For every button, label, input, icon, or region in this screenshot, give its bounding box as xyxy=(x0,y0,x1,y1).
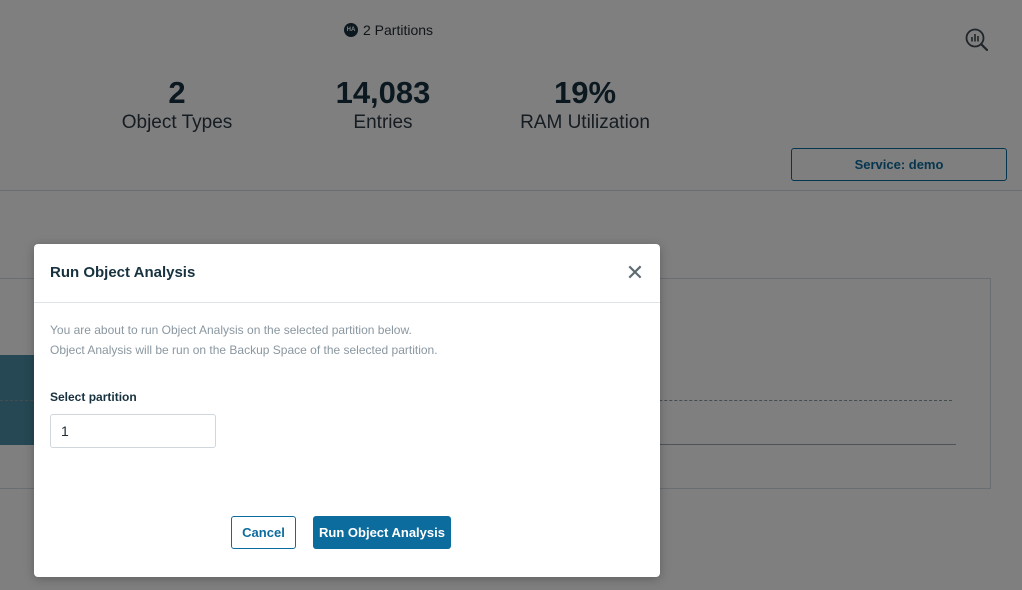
run-object-analysis-dialog: Run Object Analysis ✕ You are about to r… xyxy=(34,244,660,577)
description-line-1: You are about to run Object Analysis on … xyxy=(50,323,412,337)
run-object-analysis-button[interactable]: Run Object Analysis xyxy=(313,516,451,549)
select-partition-label: Select partition xyxy=(50,390,137,404)
description-line-2: Object Analysis will be run on the Backu… xyxy=(50,343,438,357)
cancel-button[interactable]: Cancel xyxy=(231,516,296,549)
close-icon[interactable]: ✕ xyxy=(624,262,646,284)
partition-input[interactable] xyxy=(50,414,216,448)
dialog-header: Run Object Analysis ✕ xyxy=(34,244,660,303)
dialog-title: Run Object Analysis xyxy=(50,264,196,281)
dialog-description: You are about to run Object Analysis on … xyxy=(50,320,438,360)
